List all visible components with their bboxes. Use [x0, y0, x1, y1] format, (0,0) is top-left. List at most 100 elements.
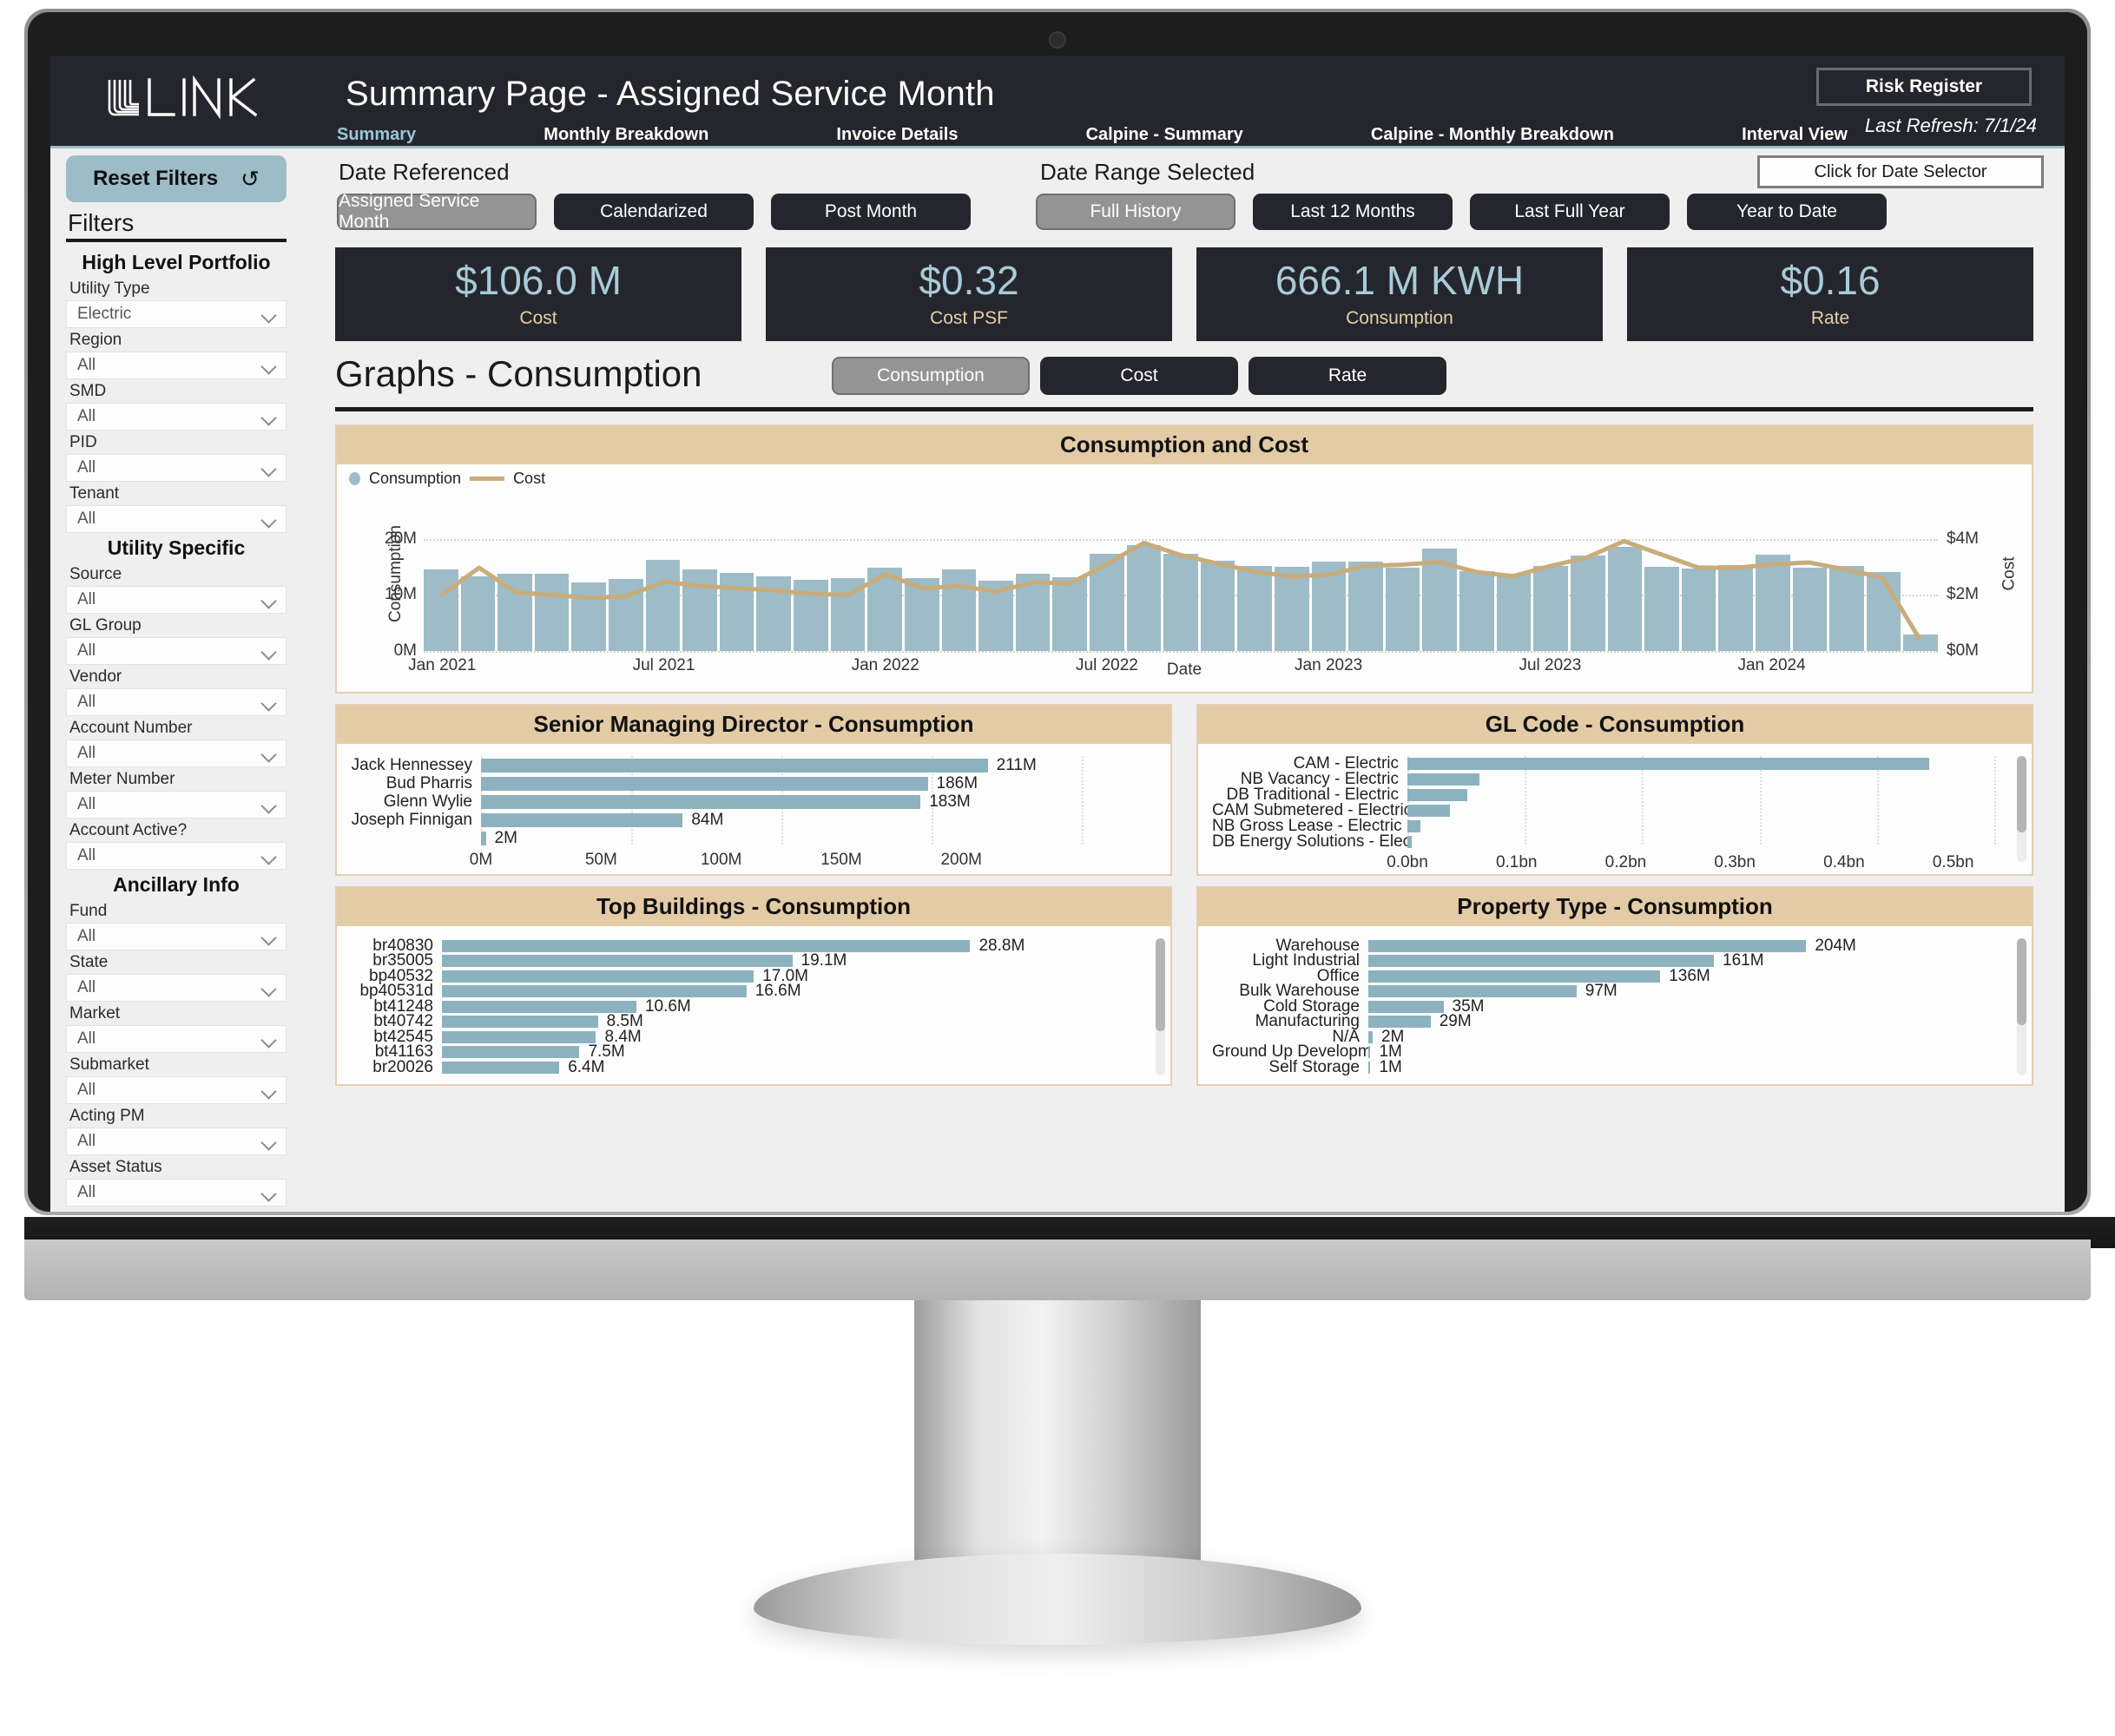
chevron-down-icon [261, 800, 277, 809]
bar-row[interactable]: bp40531d 16.6M [351, 982, 1156, 1000]
scrollbar-thumb[interactable] [1156, 938, 1165, 1032]
bar[interactable] [1368, 1061, 1371, 1074]
scrollbar-thumb[interactable] [2017, 756, 2026, 832]
metric-toggle-rate[interactable]: Rate [1249, 357, 1446, 395]
bar[interactable] [1368, 1046, 1371, 1059]
bar[interactable] [1368, 1030, 1373, 1043]
vertical-scrollbar[interactable] [2017, 756, 2026, 862]
bar-track: 8.4M [442, 1028, 1156, 1046]
bar[interactable] [442, 1016, 598, 1029]
filter-select-gl-group[interactable]: All [66, 637, 287, 665]
bar[interactable] [1368, 1000, 1444, 1013]
bar[interactable] [442, 939, 971, 952]
filter-select-acting-pm[interactable]: All [66, 1128, 287, 1155]
bar-row[interactable]: Glenn Wylie 183M [351, 792, 1156, 811]
bar[interactable] [481, 831, 486, 845]
bar[interactable] [442, 955, 793, 968]
bar[interactable] [442, 985, 747, 998]
filter-select-meter-number[interactable]: All [66, 791, 287, 819]
filter-select-fund[interactable]: All [66, 923, 287, 950]
bar[interactable] [442, 1046, 580, 1059]
tab-summary[interactable]: Summary [337, 125, 416, 145]
filter-select-state[interactable]: All [66, 974, 287, 1002]
filter-value-market: All [77, 1029, 96, 1048]
tab-invoice-details[interactable]: Invoice Details [836, 125, 958, 145]
tab-monthly-breakdown[interactable]: Monthly Breakdown [544, 125, 708, 145]
bar-row[interactable]: br40830 28.8M [351, 937, 1156, 955]
x-tick-label: Jul 2023 [1519, 656, 1582, 674]
bar-row[interactable]: Bud Pharris 186M [351, 774, 1156, 792]
x-tick-label: 0.1bn [1495, 853, 1538, 871]
btn-calendarized[interactable]: Calendarized [554, 194, 754, 230]
graphs-divider [335, 407, 2033, 411]
bar[interactable] [1368, 970, 1661, 983]
bar[interactable] [481, 794, 921, 809]
filter-select-account-number[interactable]: All [66, 740, 287, 767]
bar[interactable] [1368, 1016, 1431, 1029]
date-selector-button[interactable]: Click for Date Selector [1757, 155, 2044, 188]
bar-row[interactable]: bt40742 8.5M [351, 1012, 1156, 1030]
bar-row[interactable]: Self Storage 1M [1212, 1058, 2018, 1076]
bar-value-label: 29M [1439, 1012, 1472, 1031]
bar[interactable] [1407, 773, 1479, 786]
bar-row[interactable]: br20026 6.4M [351, 1058, 1156, 1076]
vertical-scrollbar[interactable] [2017, 938, 2026, 1075]
btn-post-month[interactable]: Post Month [771, 194, 971, 230]
metric-toggle-consumption[interactable]: Consumption [832, 357, 1030, 395]
risk-register-button[interactable]: Risk Register [1816, 68, 2032, 106]
bar[interactable] [481, 758, 988, 773]
bar-row[interactable]: DB Energy Solutions - Electric [1212, 832, 2018, 851]
bar[interactable] [1407, 820, 1421, 832]
filter-select-region[interactable]: All [66, 352, 287, 379]
filter-select-vendor[interactable]: All [66, 688, 287, 716]
bar-row[interactable]: bt41248 10.6M [351, 997, 1156, 1016]
metric-toggle-cost[interactable]: Cost [1040, 357, 1238, 395]
date-referenced-label: Date Referenced [339, 159, 510, 185]
bar[interactable] [1407, 836, 1413, 848]
scrollbar-thumb[interactable] [2017, 938, 2026, 1025]
filter-select-pid[interactable]: All [66, 454, 287, 482]
bar-row[interactable]: bp40532 17.0M [351, 967, 1156, 985]
bar-row[interactable]: br35005 19.1M [351, 951, 1156, 970]
bar[interactable] [442, 970, 754, 983]
bar-row[interactable]: bt41163 7.5M [351, 1042, 1156, 1061]
reset-filters-button[interactable]: Reset Filters ↺ [66, 155, 287, 202]
bar[interactable] [442, 1030, 596, 1043]
bar[interactable] [1407, 805, 1451, 817]
bar-row[interactable]: 2M [351, 829, 1156, 847]
bar-row[interactable]: bt42545 8.4M [351, 1028, 1156, 1046]
bar-track [1407, 803, 2018, 819]
filter-select-market[interactable]: All [66, 1025, 287, 1053]
bar-row[interactable]: Joseph Finnigan 84M [351, 811, 1156, 829]
vertical-scrollbar[interactable] [1156, 938, 1165, 1075]
bar[interactable] [1407, 758, 1929, 770]
bar-track: 2M [1368, 1028, 2018, 1046]
filter-select-asset-status[interactable]: All [66, 1179, 287, 1207]
btn-last-full-year[interactable]: Last Full Year [1470, 194, 1670, 230]
btn-year-to-date[interactable]: Year to Date [1687, 194, 1887, 230]
btn-full-history[interactable]: Full History [1036, 194, 1235, 230]
monitor-stand-neck [24, 1240, 2091, 1300]
filter-label-acting-pm: Acting PM [69, 1107, 145, 1125]
bar[interactable] [442, 1061, 560, 1074]
x-tick-label: Jul 2021 [632, 656, 695, 674]
bar-row[interactable]: Jack Hennessey 211M [351, 756, 1156, 774]
bar[interactable] [442, 1000, 636, 1013]
filter-select-submarket[interactable]: All [66, 1076, 287, 1104]
bar[interactable] [481, 776, 928, 791]
tab-calpine-summary[interactable]: Calpine - Summary [1086, 125, 1243, 145]
tab-calpine-monthly-breakdown[interactable]: Calpine - Monthly Breakdown [1371, 125, 1614, 145]
filter-select-utility-type[interactable]: Electric [66, 300, 287, 328]
bar[interactable] [481, 812, 683, 827]
filter-select-account-active[interactable]: All [66, 842, 287, 870]
btn-last-12-months[interactable]: Last 12 Months [1253, 194, 1453, 230]
bar[interactable] [1368, 985, 1577, 998]
bar[interactable] [1407, 789, 1468, 801]
bar[interactable] [1368, 955, 1715, 968]
filter-select-tenant[interactable]: All [66, 505, 287, 533]
bar[interactable] [1368, 939, 1807, 952]
filter-select-source[interactable]: All [66, 586, 287, 614]
filter-select-smd[interactable]: All [66, 403, 287, 431]
btn-assigned-service-month[interactable]: Assigned Service Month [337, 191, 537, 232]
monitor-bezel: Summary Page - Assigned Service Month Su… [28, 12, 2087, 1212]
